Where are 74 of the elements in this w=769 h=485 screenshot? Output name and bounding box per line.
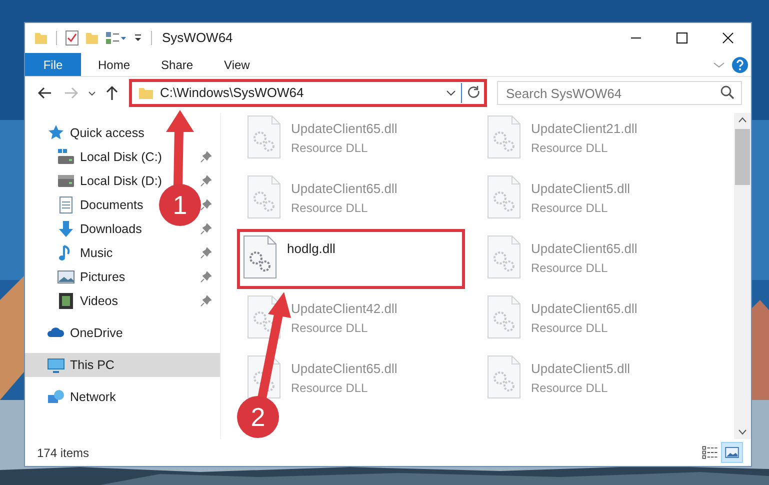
- ribbon-tab[interactable]: Share: [147, 53, 208, 76]
- nav-label: Pictures: [80, 268, 126, 286]
- file-name: hodlg.dll: [287, 240, 336, 258]
- download-icon: [57, 220, 75, 238]
- file-tab[interactable]: File: [25, 53, 81, 76]
- file-name: UpdateClient65.dll: [291, 180, 398, 198]
- nav-label: Music: [80, 244, 113, 262]
- network-icon: [47, 388, 65, 406]
- scrollbar-thumb[interactable]: [735, 129, 750, 185]
- dll-file-icon: [487, 115, 521, 159]
- large-icons-view-icon[interactable]: [721, 442, 743, 463]
- file-type: Resource DLL: [531, 200, 609, 216]
- properties-icon[interactable]: [65, 30, 79, 46]
- nav-item[interactable]: This PC: [25, 353, 220, 377]
- dll-file-icon: [247, 175, 281, 219]
- ribbon-tab[interactable]: View: [210, 53, 264, 76]
- view-menu-icon[interactable]: [105, 31, 127, 45]
- dll-file-icon: [487, 355, 521, 399]
- file-type: Resource DLL: [531, 260, 609, 276]
- nav-label: OneDrive: [70, 324, 123, 342]
- file-name: UpdateClient21.dll: [531, 120, 638, 138]
- file-name: UpdateClient42.dll: [291, 300, 398, 318]
- folder-icon: [138, 85, 154, 101]
- nav-label: Videos: [80, 292, 118, 310]
- dll-file-icon: [487, 235, 521, 279]
- nav-item[interactable]: OneDrive: [25, 321, 127, 345]
- nav-item[interactable]: Documents: [25, 193, 148, 217]
- file-name: UpdateClient65.dll: [291, 360, 398, 378]
- dll-file-icon: [487, 295, 521, 339]
- search-field[interactable]: Search SysWOW64: [497, 81, 742, 105]
- nav-item[interactable]: Videos: [25, 289, 122, 313]
- nav-item[interactable]: Music: [25, 241, 117, 265]
- film-icon: [57, 292, 75, 310]
- dll-file-icon: [243, 235, 277, 279]
- file-item[interactable]: hodlg.dll: [237, 229, 465, 289]
- drive-icon: [57, 148, 75, 166]
- file-type: Resource DLL: [531, 320, 609, 336]
- file-name: UpdateClient65.dll: [531, 300, 638, 318]
- file-name: UpdateClient5.dll: [531, 360, 630, 378]
- address-bar[interactable]: C:\Windows\SysWOW64: [129, 79, 487, 107]
- nav-item[interactable]: Downloads: [25, 217, 146, 241]
- address-path: C:\Windows\SysWOW64: [160, 84, 305, 102]
- document-icon: [57, 196, 75, 214]
- dll-file-icon: [247, 115, 281, 159]
- picture-icon: [57, 268, 75, 286]
- file-type: Resource DLL: [291, 140, 369, 156]
- nav-label: Local Disk (C:): [80, 148, 162, 166]
- file-name: UpdateClient5.dll: [531, 180, 630, 198]
- star-icon: [47, 124, 65, 142]
- nav-item[interactable]: Local Disk (C:): [25, 145, 166, 169]
- nav-label: Downloads: [80, 220, 142, 238]
- ribbon-tab[interactable]: Home: [84, 53, 144, 76]
- file-type: Resource DLL: [291, 200, 369, 216]
- nav-label: Network: [70, 388, 116, 406]
- nav-label: Quick access: [70, 124, 144, 142]
- nav-label: This PC: [70, 356, 114, 374]
- file-type: Resource DLL: [531, 140, 609, 156]
- nav-label: Local Disk (D:): [80, 172, 162, 190]
- file-name: UpdateClient65.dll: [531, 240, 638, 258]
- drive-icon: [57, 172, 75, 190]
- scrollbar[interactable]: [734, 113, 751, 439]
- file-name: UpdateClient65.dll: [291, 120, 398, 138]
- window-title: SysWOW64: [162, 29, 233, 48]
- nav-item[interactable]: Pictures: [25, 265, 130, 289]
- file-type: Resource DLL: [531, 380, 609, 396]
- monitor-icon: [47, 356, 65, 374]
- nav-item[interactable]: Quick access: [25, 121, 148, 145]
- item-count: 174 items: [37, 444, 90, 462]
- file-type: Resource DLL: [291, 380, 369, 396]
- nav-label: Documents: [80, 196, 144, 214]
- file-type: Resource DLL: [291, 320, 369, 336]
- dropdown-icon[interactable]: [133, 33, 143, 43]
- nav-item[interactable]: Network: [25, 385, 120, 409]
- dll-file-icon: [487, 175, 521, 219]
